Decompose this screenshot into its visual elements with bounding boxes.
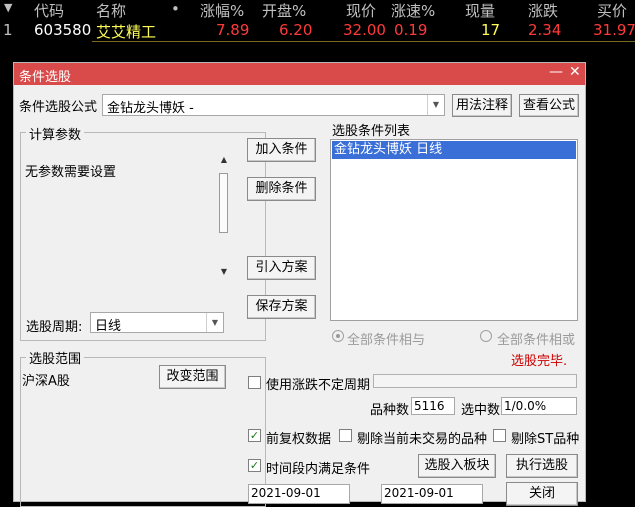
params-group-title: 计算参数	[26, 124, 85, 143]
row-change-pct: 7.89	[216, 21, 250, 39]
time-range-checkbox[interactable]: ✓	[248, 459, 261, 472]
selected-count-value: 1/0.0%	[501, 397, 577, 415]
add-condition-button[interactable]: 加入条件	[247, 138, 316, 162]
close-icon[interactable]: ✕	[569, 64, 581, 80]
conditions-list-title: 选股条件列表	[332, 124, 411, 139]
total-count-value: 5116	[411, 397, 455, 415]
range-group-title: 选股范围	[26, 348, 85, 367]
condition-stock-picker-dialog: 条件选股 — ✕ 条件选股公式 金钻龙头博妖 - ▼ 用法注释 查看公式 计算参…	[13, 62, 586, 507]
start-date-field[interactable]: 2021-09-01	[248, 484, 350, 504]
col-speed-header[interactable]: 涨速%	[391, 0, 435, 21]
row-volume: 17	[481, 21, 501, 39]
unfixed-period-checkbox[interactable]	[248, 376, 261, 389]
period-select-value: 日线	[95, 319, 122, 334]
progress-bar	[373, 374, 577, 388]
row-index: 1	[3, 21, 13, 39]
col-bid-header[interactable]: 买价	[597, 0, 627, 21]
logic-and-label: 全部条件相与	[347, 333, 426, 348]
row-name: 艾艾精工	[96, 23, 157, 41]
row-bid: 31.97	[593, 21, 635, 39]
col-price-header[interactable]: 现价	[346, 0, 376, 21]
dialog-titlebar[interactable]: 条件选股 — ✕	[14, 63, 585, 85]
to-board-button[interactable]: 选股入板块	[418, 454, 496, 478]
col-code-header[interactable]: 代码	[34, 0, 64, 21]
delete-condition-button[interactable]: 删除条件	[247, 177, 316, 201]
col-dot-marker: •	[171, 0, 180, 18]
execute-button[interactable]: 执行选股	[506, 454, 578, 478]
logic-or-label: 全部条件相或	[497, 333, 576, 348]
col-open-pct-header[interactable]: 开盘%	[262, 0, 306, 21]
minimize-icon[interactable]: —	[549, 64, 563, 80]
scroll-thumb[interactable]	[219, 173, 228, 233]
formula-select-value: 金钻龙头博妖 -	[107, 101, 194, 116]
exclude-st-checkbox[interactable]	[493, 429, 506, 442]
logic-and-radio[interactable]	[332, 330, 344, 342]
logic-or-radio[interactable]	[480, 330, 492, 342]
pre-adjust-label: 前复权数据	[266, 432, 332, 447]
scroll-up-icon[interactable]: ▲	[217, 155, 231, 164]
row-speed: 0.19	[394, 21, 428, 39]
save-plan-button[interactable]: 保存方案	[247, 295, 316, 319]
row-price: 32.00	[343, 21, 386, 39]
row-code: 603580	[34, 21, 92, 39]
pre-adjust-checkbox[interactable]: ✓	[248, 429, 261, 442]
row-change: 2.34	[528, 21, 562, 39]
col-volume-header[interactable]: 现量	[465, 0, 495, 21]
row-open-pct: 6.20	[279, 21, 313, 39]
change-range-button[interactable]: 改变范围	[159, 365, 226, 389]
formula-select[interactable]: 金钻龙头博妖 - ▼	[102, 94, 445, 116]
list-item[interactable]: 金钻龙头博妖 日线	[332, 141, 576, 159]
formula-label: 条件选股公式	[19, 100, 98, 115]
close-button[interactable]: 关闭	[506, 482, 578, 506]
usage-notes-button[interactable]: 用法注释	[452, 94, 512, 117]
scroll-down-icon[interactable]: ▼	[217, 267, 231, 276]
dialog-title: 条件选股	[19, 70, 72, 85]
view-formula-button[interactable]: 查看公式	[519, 94, 579, 117]
exclude-untraded-checkbox[interactable]	[339, 429, 352, 442]
conditions-listbox[interactable]: 金钻龙头博妖 日线	[330, 139, 578, 321]
params-text: 无参数需要设置	[25, 165, 117, 180]
end-date-field[interactable]: 2021-09-01	[381, 484, 483, 504]
period-label: 选股周期:	[26, 320, 83, 335]
col-name-header[interactable]: 名称	[96, 0, 126, 21]
table-row[interactable]: 1 603580 艾艾精工 7.89 6.20 32.00 0.19 17 2.…	[0, 21, 635, 41]
exclude-untraded-label: 剔除当前未交易的品种	[357, 432, 488, 447]
col-change-header[interactable]: 涨跌	[528, 0, 558, 21]
header-sort-arrow[interactable]: ▼	[4, 1, 12, 14]
row-divider	[92, 41, 635, 42]
import-plan-button[interactable]: 引入方案	[247, 256, 316, 280]
status-text: 选股完毕.	[511, 354, 568, 369]
exclude-st-label: 剔除ST品种	[511, 432, 580, 447]
col-change-pct-header[interactable]: 涨幅%	[200, 0, 244, 21]
stock-table-header: ▼ 代码 名称 • 涨幅% 开盘% 现价 涨速% 现量 涨跌 买价	[0, 0, 635, 20]
params-scrollbar[interactable]: ▲ ▼	[217, 155, 231, 279]
period-select[interactable]: 日线 ▼	[90, 312, 224, 334]
chevron-down-icon[interactable]: ▼	[206, 313, 223, 332]
total-count-label: 品种数	[370, 403, 410, 418]
radio-dot	[336, 334, 340, 338]
range-value: 沪深A股	[22, 374, 70, 389]
chevron-down-icon[interactable]: ▼	[427, 95, 444, 115]
unfixed-period-label: 使用涨跌不定周期	[266, 378, 371, 393]
selected-count-label: 选中数	[461, 403, 501, 418]
time-range-label: 时间段内满足条件	[266, 462, 371, 477]
